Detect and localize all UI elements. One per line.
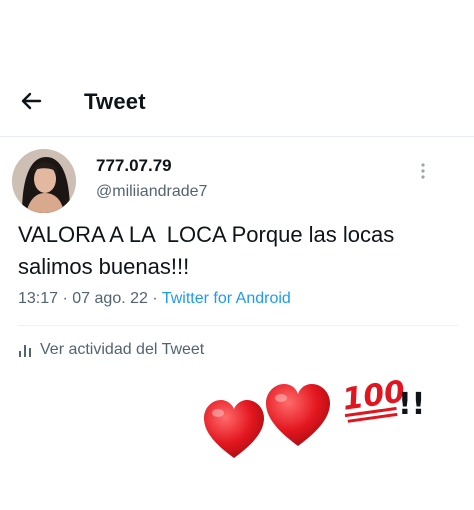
meta-separator: · [62, 290, 68, 307]
view-activity-link[interactable]: Ver actividad del Tweet [18, 341, 204, 359]
display-name[interactable]: 777.07.79 [96, 156, 172, 176]
more-options-button[interactable] [416, 160, 430, 182]
emoji-overlay: 100 !! [204, 378, 425, 458]
header-divider [0, 136, 474, 137]
back-button[interactable] [18, 88, 44, 114]
analytics-icon [19, 345, 31, 357]
heart-icon [204, 400, 264, 458]
back-arrow-icon [21, 92, 42, 110]
tweet-meta: 13:17 · 07 ago. 22 · Twitter for Android [18, 290, 291, 308]
user-handle[interactable]: @miliiandrade7 [96, 183, 207, 201]
avatar[interactable] [12, 149, 76, 213]
meta-divider [18, 325, 458, 326]
tweet-date[interactable]: 07 ago. 22 [72, 290, 148, 307]
avatar-image [12, 149, 76, 213]
page-title: Tweet [84, 89, 146, 114]
tweet-source[interactable]: Twitter for Android [162, 290, 291, 307]
exclamation-marks: !! [398, 387, 425, 422]
tweet-time[interactable]: 13:17 [18, 290, 58, 307]
meta-separator: · [152, 290, 158, 307]
more-options-icon [421, 163, 425, 179]
heart-icon [266, 384, 330, 446]
view-activity-label: Ver actividad del Tweet [40, 341, 205, 358]
tweet-text: VALORA A LA LOCA Porque las locas salimo… [18, 222, 395, 279]
